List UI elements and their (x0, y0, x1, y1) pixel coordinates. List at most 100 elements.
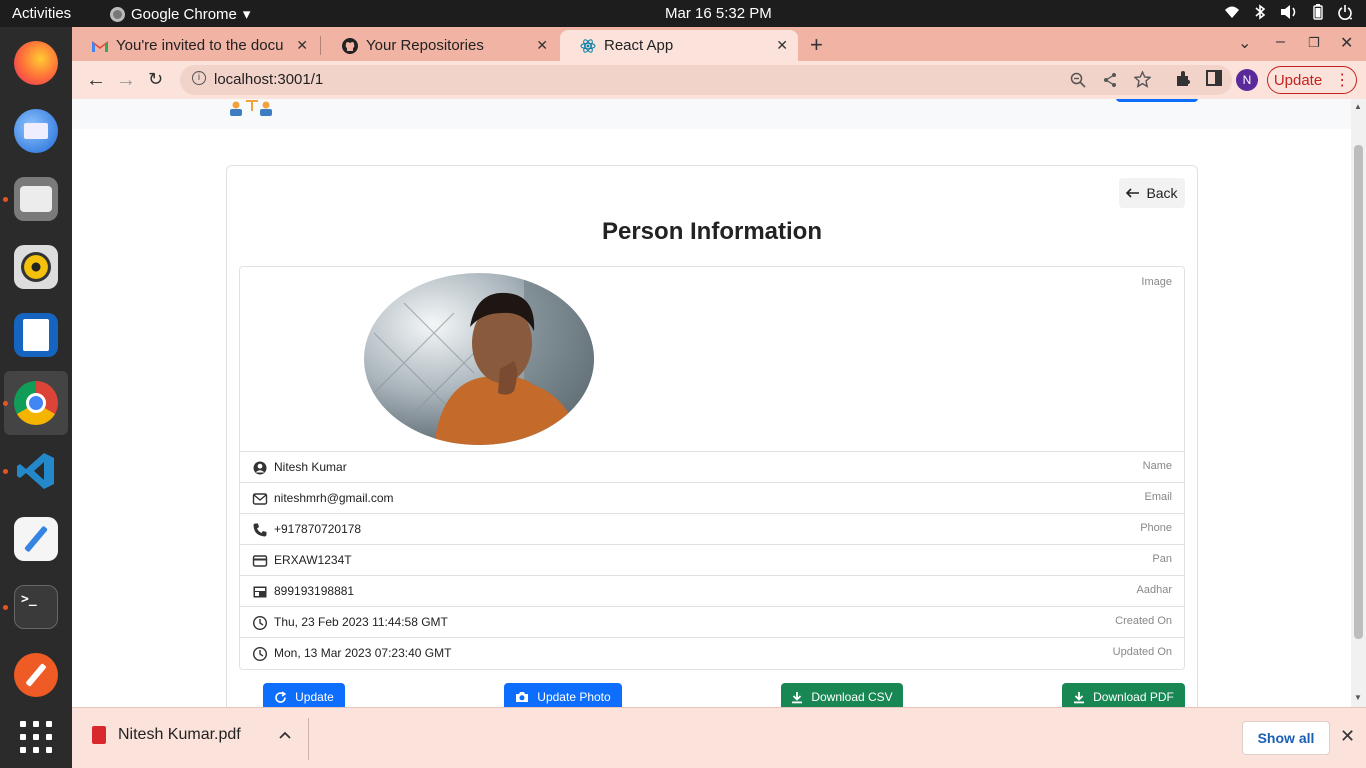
share-icon[interactable] (1102, 72, 1118, 88)
close-icon[interactable]: ✕ (296, 37, 308, 54)
chrome-update-button[interactable]: Update ⋮ (1267, 66, 1357, 94)
field-value: +917870720178 (274, 522, 362, 536)
close-icon[interactable]: ✕ (1340, 726, 1355, 747)
credit-card-icon (252, 555, 268, 567)
scrollbar-thumb[interactable] (1354, 145, 1363, 639)
phone-icon (253, 523, 267, 537)
field-value: ERXAW1234T (274, 553, 352, 567)
update-button[interactable]: Update (263, 683, 345, 707)
gmail-icon (92, 40, 108, 52)
extensions-icon[interactable] (1174, 70, 1192, 88)
download-csv-button-label: Download CSV (811, 690, 893, 704)
back-button[interactable]: Back (1119, 178, 1185, 208)
navbar-button[interactable] (1116, 99, 1198, 102)
scroll-up-icon[interactable]: ▲ (1354, 102, 1362, 111)
dock-text-editor[interactable] (8, 511, 64, 567)
browser-toolbar: ← → ↻ i localhost:3001/1 N Update ⋮ (72, 61, 1366, 99)
field-value: Nitesh Kumar (274, 460, 347, 474)
github-icon (342, 37, 358, 54)
reload-icon[interactable]: ↻ (148, 69, 163, 90)
profile-avatar[interactable]: N (1236, 69, 1258, 91)
wifi-icon (1225, 6, 1239, 18)
power-icon (1338, 5, 1352, 20)
zoom-icon[interactable] (1070, 72, 1086, 88)
chrome-mini-icon (110, 6, 125, 22)
files-icon (14, 177, 58, 221)
address-bar[interactable]: i localhost:3001/1 (180, 65, 1232, 95)
dock-vscode[interactable] (3, 443, 64, 499)
field-value: Thu, 23 Feb 2023 11:44:58 GMT (274, 615, 448, 629)
field-label: Pan (1152, 553, 1172, 565)
scroll-down-icon[interactable]: ▼ (1354, 693, 1362, 702)
tab-github[interactable]: Your Repositories ✕ (322, 30, 558, 61)
download-pdf-button[interactable]: Download PDF (1062, 683, 1185, 707)
field-label: Updated On (1112, 646, 1172, 658)
dock-chrome[interactable] (3, 371, 68, 435)
dock-postman[interactable] (8, 647, 64, 703)
close-icon[interactable]: ✕ (776, 37, 788, 54)
thunderbird-icon (14, 109, 58, 153)
system-tray[interactable] (1224, 4, 1352, 20)
field-label: Created On (1115, 615, 1172, 627)
update-label: Update (1273, 71, 1323, 89)
activities-button[interactable]: Activities (12, 5, 71, 22)
app-navbar (72, 99, 1351, 129)
dock-firefox[interactable] (8, 35, 64, 91)
page-viewport: Back Person Information Image Nitesh Kum… (72, 99, 1351, 707)
running-indicator (3, 197, 8, 202)
battery-icon (1313, 4, 1323, 20)
field-row-updated: Mon, 13 Mar 2023 07:23:40 GMT Updated On (240, 638, 1184, 669)
writer-icon (14, 313, 58, 357)
minimize-icon[interactable]: – (1276, 33, 1285, 51)
download-icon (792, 691, 803, 703)
rhythmbox-icon (14, 245, 58, 289)
page-scrollbar[interactable]: ▲ ▼ (1351, 99, 1366, 707)
star-icon[interactable] (1134, 71, 1151, 88)
dock-thunderbird[interactable] (8, 103, 64, 159)
dock-files[interactable] (3, 171, 64, 227)
close-icon[interactable]: ✕ (536, 37, 548, 54)
app-menu[interactable]: Google Chrome ▾ (110, 5, 250, 23)
field-label: Email (1144, 491, 1172, 503)
camera-icon (516, 692, 529, 702)
dock-app-grid[interactable] (8, 709, 64, 765)
dock-rhythmbox[interactable] (8, 239, 64, 295)
url-text[interactable]: localhost:3001/1 (214, 71, 323, 88)
field-row-pan: ERXAW1234T Pan (240, 545, 1184, 576)
dock-terminal[interactable]: >_ (3, 579, 64, 635)
dock-writer[interactable] (8, 307, 64, 363)
back-arrow-icon[interactable]: ← (86, 69, 106, 92)
download-item[interactable]: Nitesh Kumar.pdf (92, 726, 291, 744)
update-photo-button-label: Update Photo (537, 690, 611, 704)
forward-arrow-icon[interactable]: → (116, 69, 136, 92)
update-button-label: Update (295, 690, 334, 704)
download-icon (1074, 691, 1085, 703)
field-label: Phone (1140, 522, 1172, 534)
new-tab-button[interactable]: + (810, 32, 823, 58)
tab-react-app[interactable]: React App ✕ (560, 30, 798, 61)
update-photo-button[interactable]: Update Photo (504, 683, 622, 707)
running-indicator (3, 605, 8, 610)
react-icon (580, 38, 596, 53)
field-row-email: niteshmrh@gmail.com Email (240, 483, 1184, 514)
pdf-file-icon (92, 726, 106, 744)
restore-icon[interactable]: ❐ (1308, 35, 1320, 51)
tab-title: Your Repositories (366, 37, 484, 54)
field-label: Name (1142, 460, 1172, 472)
download-csv-button[interactable]: Download CSV (781, 683, 903, 707)
show-all-button[interactable]: Show all (1242, 721, 1330, 755)
site-info-icon[interactable]: i (192, 71, 206, 85)
running-indicator (3, 469, 8, 474)
tab-search-icon[interactable]: ⌄ (1238, 33, 1251, 53)
image-row: Image (240, 267, 1184, 452)
clock[interactable]: Mar 16 5:32 PM (665, 5, 772, 22)
tab-gmail[interactable]: You're invited to the docu ✕ (72, 30, 318, 61)
tab-strip: You're invited to the docu ✕ Your Reposi… (72, 27, 1366, 61)
field-value: niteshmrh@gmail.com (274, 491, 394, 505)
text-editor-icon (14, 517, 58, 561)
download-pdf-button-label: Download PDF (1093, 690, 1174, 704)
side-panel-icon[interactable] (1206, 70, 1222, 86)
chevron-up-icon[interactable] (279, 731, 291, 739)
window-close-icon[interactable]: ✕ (1340, 33, 1353, 53)
field-row-name: Nitesh Kumar Name (240, 452, 1184, 483)
